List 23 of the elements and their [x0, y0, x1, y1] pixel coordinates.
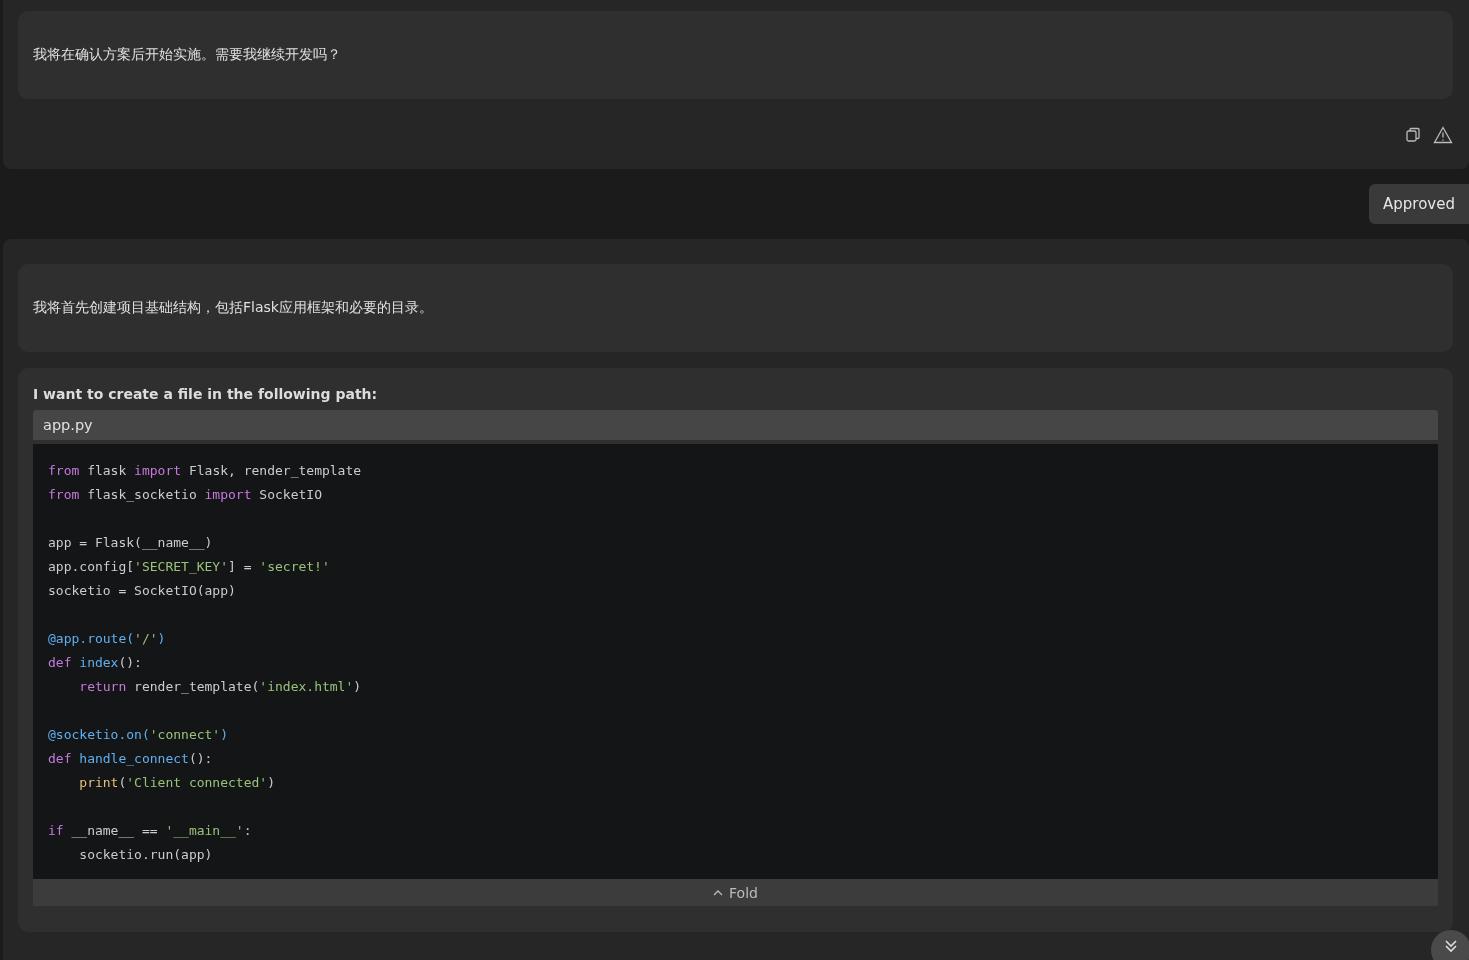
message-text: 我将首先创建项目基础结构，包括Flask应用框架和必要的目录。	[33, 299, 433, 317]
code-line: if __name__ == '__main__':	[48, 822, 252, 840]
chevron-up-icon	[713, 889, 724, 896]
code-line: @socketio.on('connect')	[48, 726, 229, 744]
code-line: app.config['SECRET_KEY'] = 'secret!'	[48, 558, 330, 576]
file-path: app.py	[33, 410, 1438, 440]
copy-icon[interactable]	[1405, 127, 1421, 143]
message-text: 我将在确认方案后开始实施。需要我继续开发吗？	[33, 46, 341, 64]
code-line: @app.route('/')	[48, 630, 166, 648]
code-line: def handle_connect():	[48, 750, 213, 768]
fold-button[interactable]: Fold	[709, 879, 762, 906]
approved-button[interactable]: Approved	[1369, 184, 1469, 224]
file-request-title: I want to create a file in the following path:	[33, 386, 379, 402]
double-chevron-down-icon	[1444, 939, 1458, 953]
code-line: socketio.run(app)	[78, 846, 213, 864]
code-line: return render_template('index.html')	[78, 678, 362, 696]
code-line: def index():	[48, 654, 142, 672]
code-line: from flask_socketio import SocketIO	[48, 486, 322, 504]
code-line: app = Flask(__name__)	[48, 534, 213, 552]
code-line: from flask import Flask, render_template	[48, 462, 362, 480]
code-line: socketio = SocketIO(app)	[48, 582, 236, 600]
warning-icon[interactable]	[1433, 126, 1453, 144]
code-line: print('Client connected')	[78, 774, 275, 792]
